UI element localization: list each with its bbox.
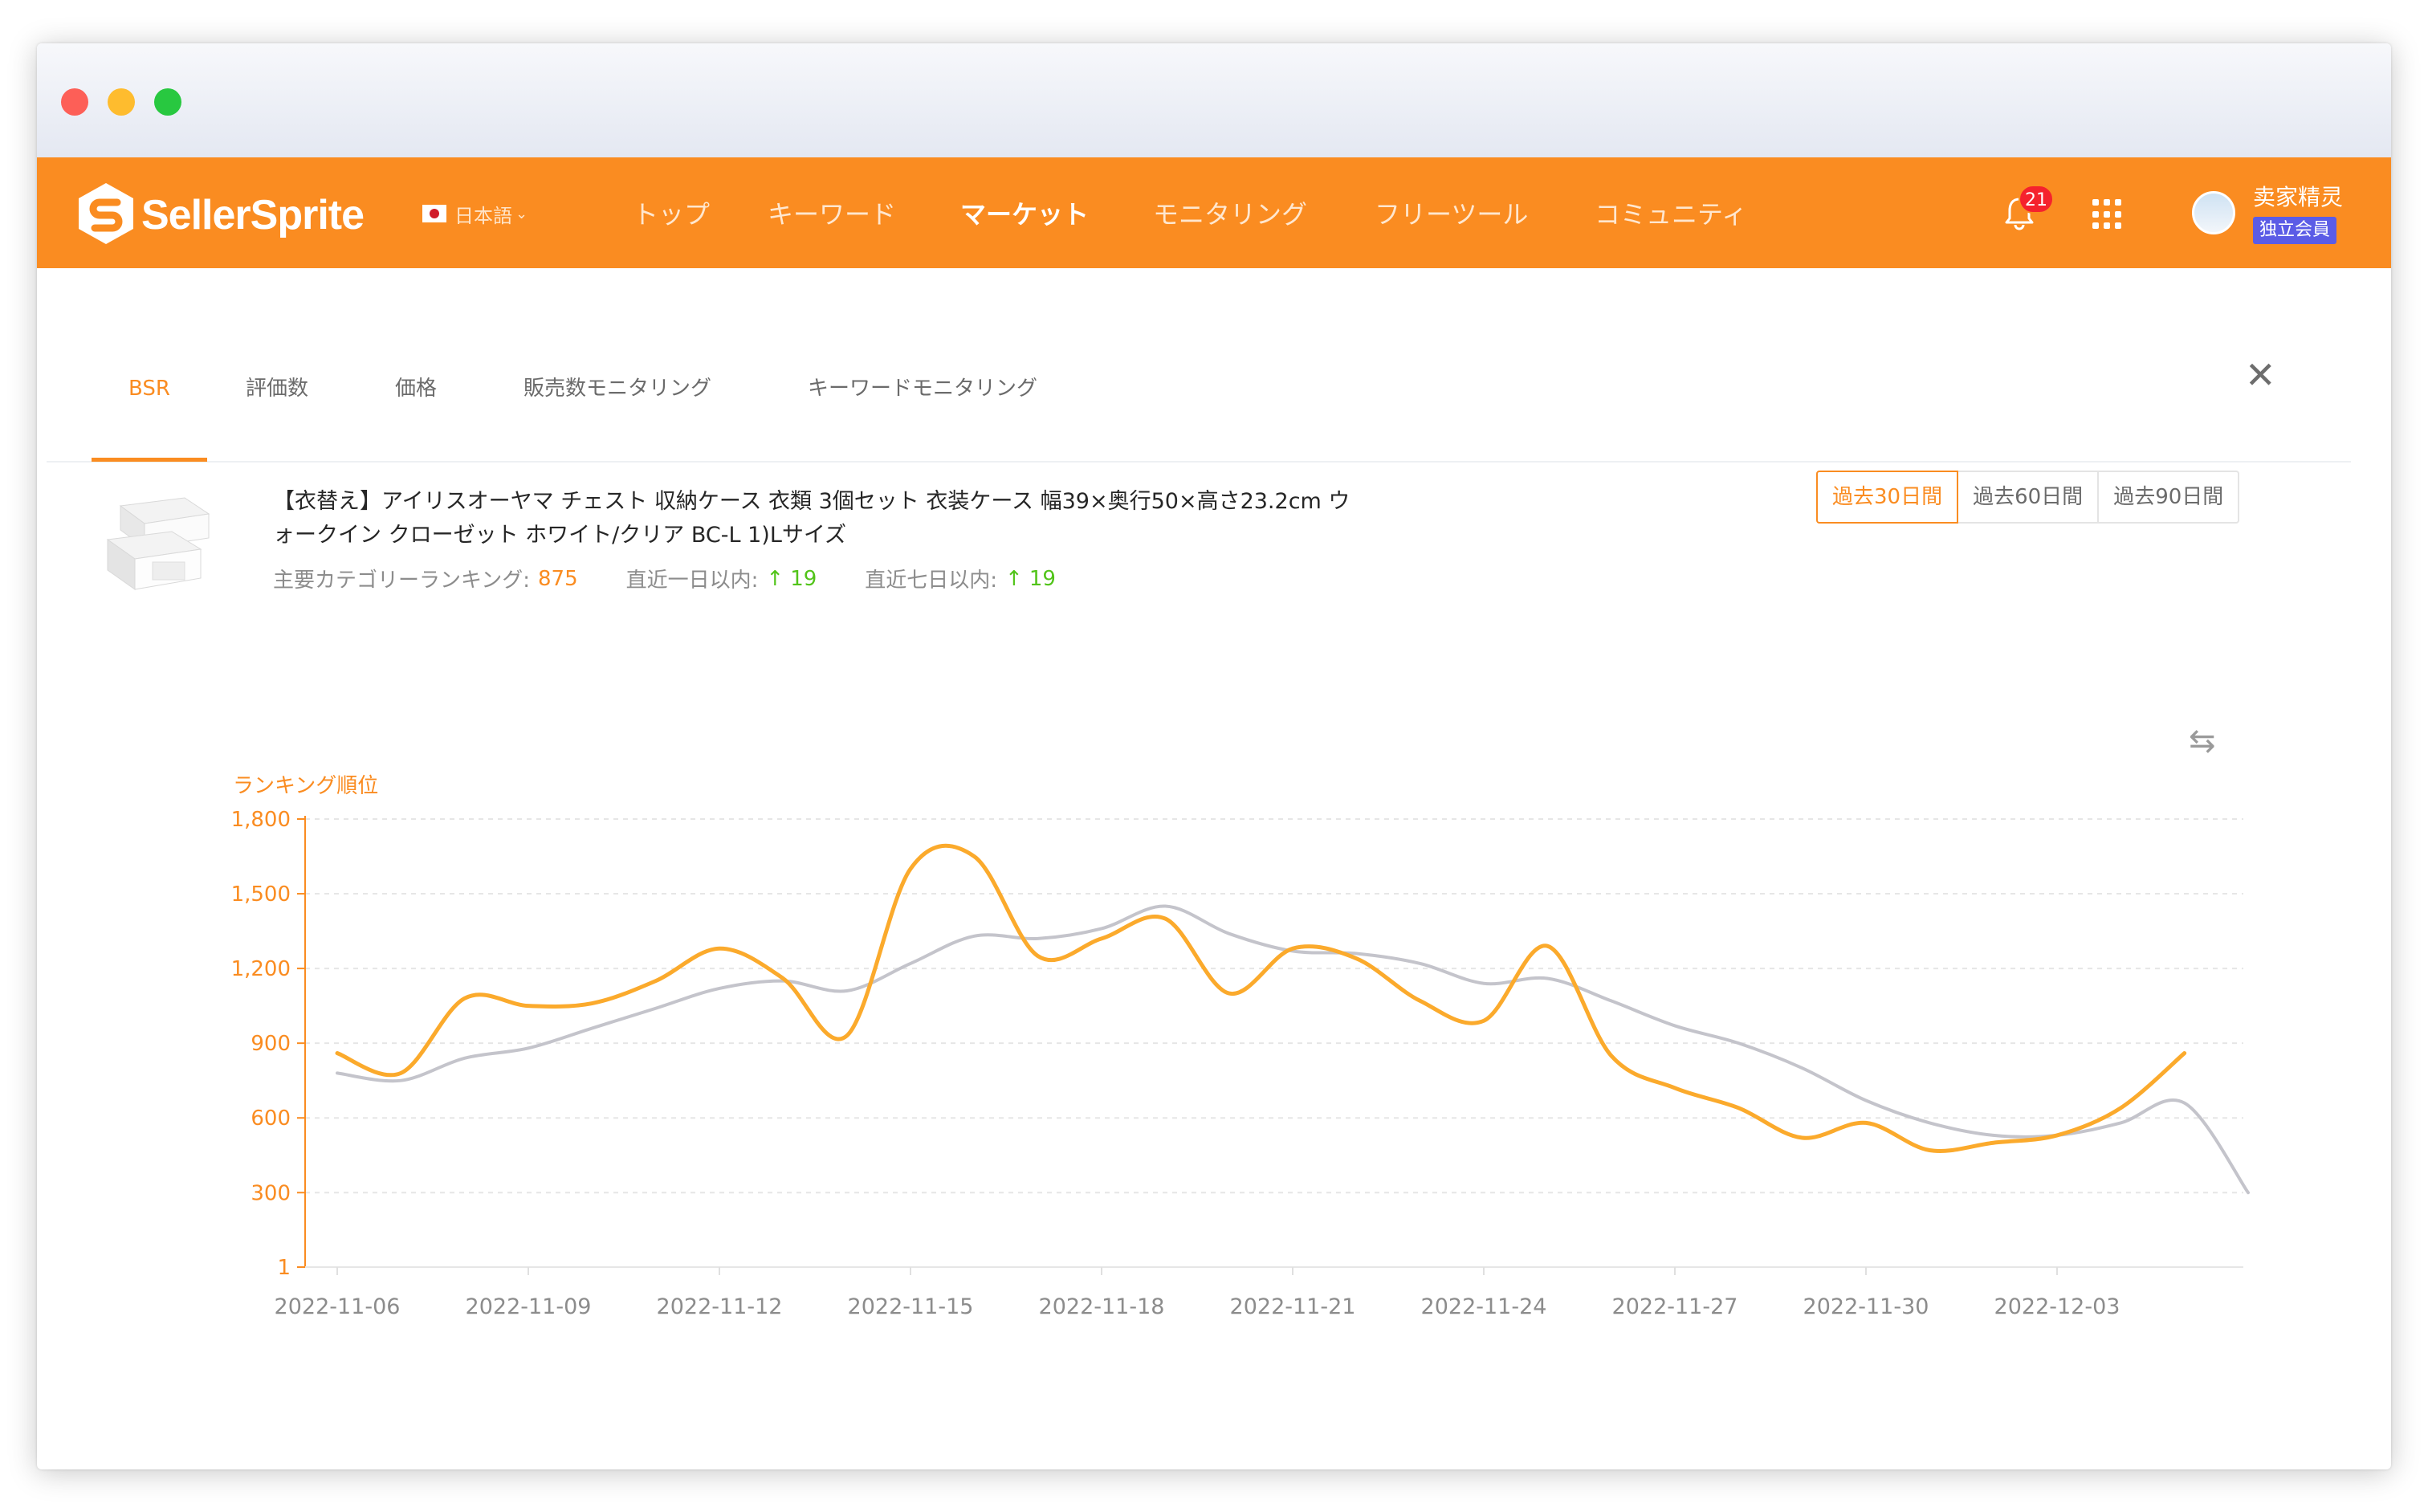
- y-axis-title: ランキング順位: [233, 774, 378, 798]
- x-tick-label: 2022-11-12: [657, 1294, 783, 1319]
- bsr-line-chart: ランキング順位 1 300 600 900 1,200 1,500 1,800 2022-11-…: [231, 774, 2250, 1319]
- y-tick-label: 1: [277, 1256, 291, 1280]
- x-tick-label: 2022-11-09: [466, 1294, 592, 1319]
- x-tick-label: 2022-11-30: [1803, 1294, 1929, 1319]
- series-line-bsr: [335, 843, 2187, 1153]
- y-tick-label: 1,800: [231, 808, 291, 832]
- range-30-days-button[interactable]: 過去30日間: [1816, 471, 1959, 524]
- x-tick-label: 2022-11-24: [1421, 1294, 1547, 1319]
- y-tick-label: 600: [251, 1106, 291, 1131]
- x-tick-label: 2022-11-27: [1612, 1294, 1738, 1319]
- x-tick-label: 2022-12-03: [1994, 1294, 2120, 1319]
- y-tick-label: 1,500: [231, 882, 291, 907]
- x-tick-label: 2022-11-15: [848, 1294, 974, 1319]
- x-tick-label: 2022-11-21: [1230, 1294, 1356, 1319]
- x-tick-label: 2022-11-06: [275, 1294, 401, 1319]
- y-tick-label: 900: [251, 1032, 291, 1056]
- y-tick-label: 1,200: [231, 957, 291, 981]
- x-tick-label: 2022-11-18: [1039, 1294, 1165, 1319]
- y-tick-label: 300: [251, 1181, 291, 1205]
